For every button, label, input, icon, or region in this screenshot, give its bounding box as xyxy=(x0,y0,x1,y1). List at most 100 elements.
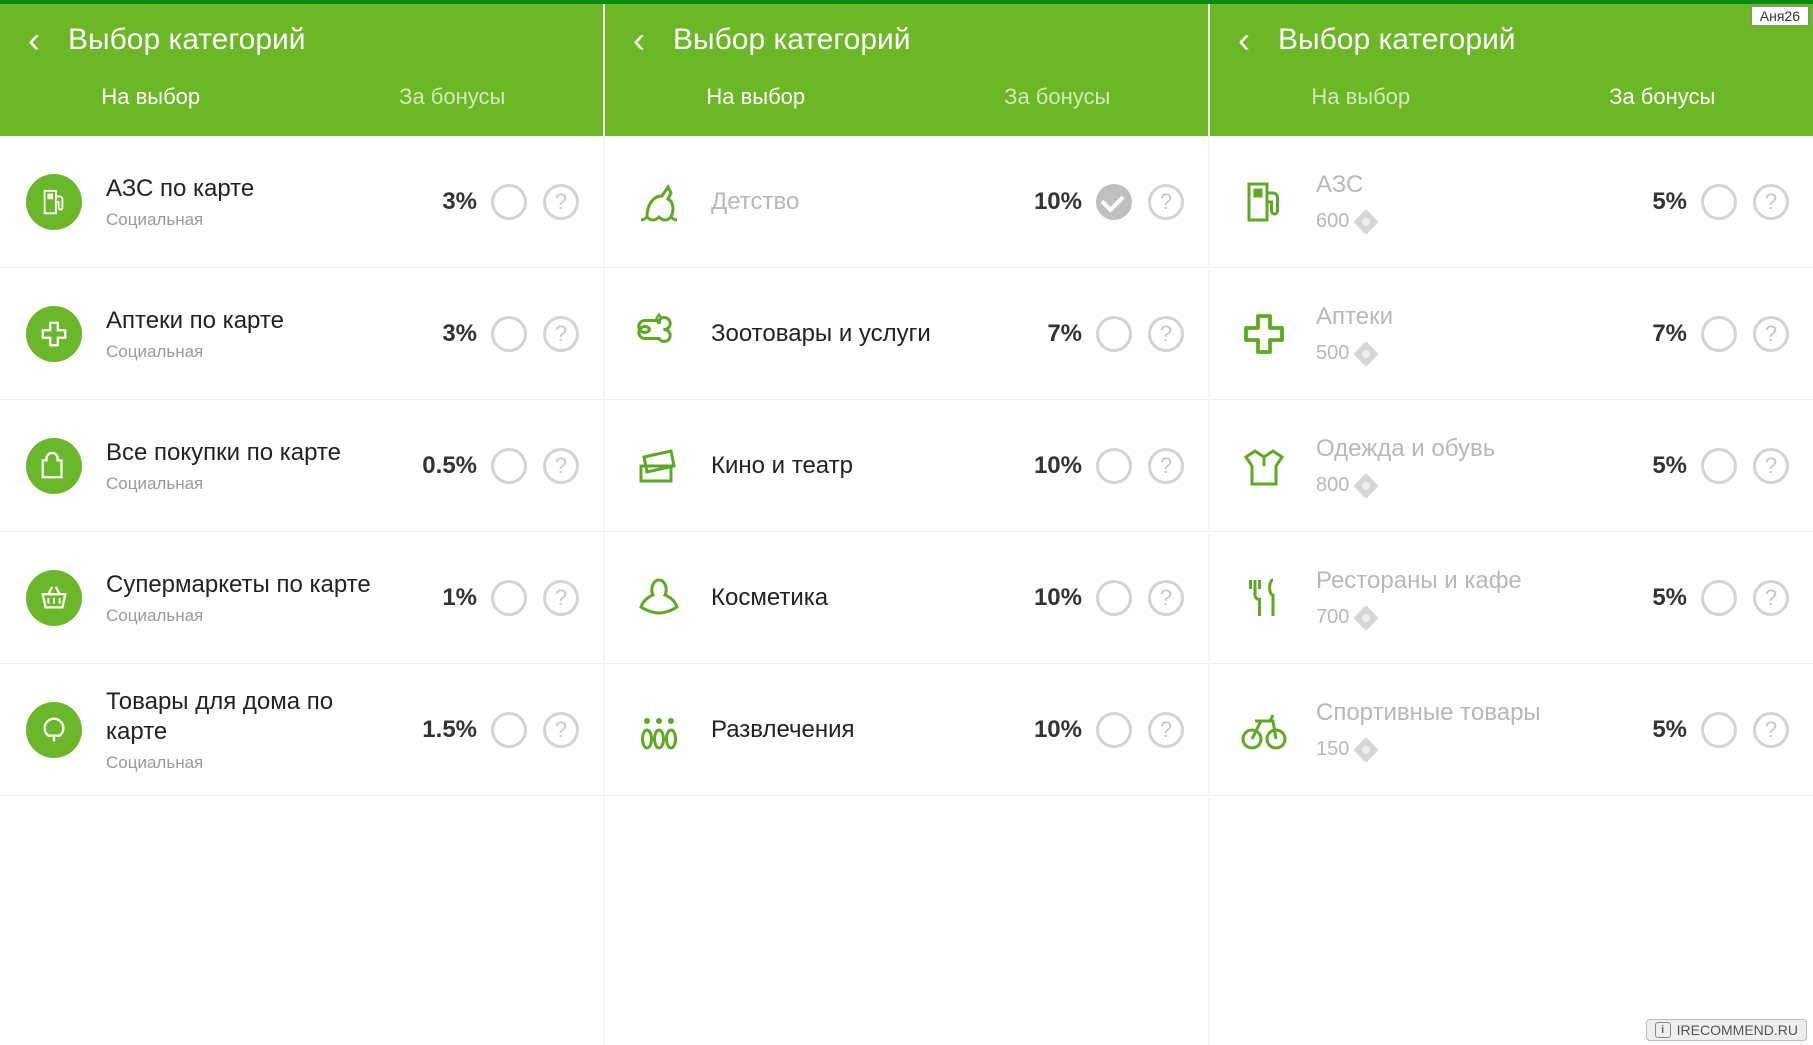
percent-value: 7% xyxy=(1615,320,1687,348)
category-row[interactable]: Развлечения10%? xyxy=(605,664,1208,796)
back-button[interactable]: ‹ xyxy=(633,22,645,58)
select-radio[interactable] xyxy=(1701,448,1737,484)
category-title: Зоотовары и услуги xyxy=(711,319,998,349)
tab-choice[interactable]: На выбор xyxy=(1210,84,1512,110)
help-button[interactable]: ? xyxy=(1753,448,1789,484)
percent-value: 1.5% xyxy=(405,716,477,744)
help-button[interactable]: ? xyxy=(1753,580,1789,616)
select-radio[interactable] xyxy=(491,580,527,616)
category-text: АЗС по картеСоциальная xyxy=(106,174,405,230)
select-radio[interactable] xyxy=(1096,316,1132,352)
bag-icon xyxy=(24,436,84,496)
category-title: Косметика xyxy=(711,583,998,613)
percent-value: 5% xyxy=(1615,452,1687,480)
select-radio[interactable] xyxy=(491,712,527,748)
percent-value: 3% xyxy=(405,320,477,348)
select-radio[interactable] xyxy=(491,184,527,220)
category-text: Развлечения xyxy=(711,715,1010,745)
category-text: АЗС600 xyxy=(1316,170,1615,233)
category-row[interactable]: Одежда и обувь8005%? xyxy=(1210,400,1813,532)
percent-value: 3% xyxy=(405,188,477,216)
help-button[interactable]: ? xyxy=(1753,712,1789,748)
category-subtitle: Социальная xyxy=(106,606,393,626)
page-title: Выбор категорий xyxy=(673,23,911,57)
select-radio[interactable] xyxy=(1701,316,1737,352)
select-radio[interactable] xyxy=(1096,712,1132,748)
panel-3: ‹ Выбор категорий На выбор За бонусы АЗС… xyxy=(1208,4,1813,1045)
help-button[interactable]: ? xyxy=(1148,712,1184,748)
header: ‹ Выбор категорий На выбор За бонусы xyxy=(605,4,1208,136)
category-row[interactable]: Спортивные товары1505%? xyxy=(1210,664,1813,796)
bonus-diamond-icon xyxy=(1354,341,1379,366)
help-button[interactable]: ? xyxy=(1753,184,1789,220)
help-button[interactable]: ? xyxy=(1148,316,1184,352)
category-row[interactable]: АЗС по картеСоциальная3%? xyxy=(0,136,603,268)
category-row[interactable]: АЗС6005%? xyxy=(1210,136,1813,268)
tab-choice[interactable]: На выбор xyxy=(605,84,907,110)
cost-value: 700 xyxy=(1316,606,1349,629)
category-title: Детство xyxy=(711,187,998,217)
category-cost: 800 xyxy=(1316,474,1603,497)
category-list: АЗС6005%?Аптеки5007%?Одежда и обувь8005%… xyxy=(1210,136,1813,1045)
category-text: Товары для дома по картеСоциальная xyxy=(106,687,405,773)
category-cost: 600 xyxy=(1316,210,1603,233)
tab-bonus[interactable]: За бонусы xyxy=(1512,84,1813,110)
select-radio[interactable] xyxy=(1701,712,1737,748)
back-button[interactable]: ‹ xyxy=(28,22,40,58)
category-title: Спортивные товары xyxy=(1316,698,1603,728)
back-button[interactable]: ‹ xyxy=(1238,22,1250,58)
help-button[interactable]: ? xyxy=(543,316,579,352)
tab-choice[interactable]: На выбор xyxy=(0,84,302,110)
category-row[interactable]: Кино и театр10%? xyxy=(605,400,1208,532)
help-button[interactable]: ? xyxy=(1148,184,1184,220)
shirt-icon xyxy=(1234,436,1294,496)
percent-value: 5% xyxy=(1615,584,1687,612)
category-row[interactable]: Рестораны и кафе7005%? xyxy=(1210,532,1813,664)
help-button[interactable]: ? xyxy=(543,580,579,616)
tab-bonus[interactable]: За бонусы xyxy=(907,84,1209,110)
help-button[interactable]: ? xyxy=(543,712,579,748)
select-radio[interactable] xyxy=(1096,184,1132,220)
help-button[interactable]: ? xyxy=(543,184,579,220)
page-title: Выбор категорий xyxy=(68,23,306,57)
cutlery-icon xyxy=(1234,568,1294,628)
category-text: Все покупки по картеСоциальная xyxy=(106,438,405,494)
select-radio[interactable] xyxy=(1096,580,1132,616)
page-title: Выбор категорий xyxy=(1278,23,1516,57)
bonus-diamond-icon xyxy=(1354,737,1379,762)
cost-value: 150 xyxy=(1316,738,1349,761)
lotus-icon xyxy=(629,568,689,628)
category-row[interactable]: Аптеки5007%? xyxy=(1210,268,1813,400)
select-radio[interactable] xyxy=(1096,448,1132,484)
percent-value: 1% xyxy=(405,584,477,612)
tab-bonus[interactable]: За бонусы xyxy=(302,84,604,110)
category-title: Супермаркеты по карте xyxy=(106,570,393,600)
select-radio[interactable] xyxy=(1701,184,1737,220)
category-row[interactable]: Зоотовары и услуги7%? xyxy=(605,268,1208,400)
select-radio[interactable] xyxy=(491,448,527,484)
select-radio[interactable] xyxy=(491,316,527,352)
category-text: Супермаркеты по карте Социальная xyxy=(106,570,405,626)
category-text: Спортивные товары 150 xyxy=(1316,698,1615,761)
category-row[interactable]: Все покупки по картеСоциальная0.5%? xyxy=(0,400,603,532)
help-button[interactable]: ? xyxy=(1148,580,1184,616)
category-text: Рестораны и кафе700 xyxy=(1316,566,1615,629)
select-radio[interactable] xyxy=(1701,580,1737,616)
category-title: Аптеки по карте xyxy=(106,306,393,336)
help-button[interactable]: ? xyxy=(1148,448,1184,484)
category-text: Одежда и обувь800 xyxy=(1316,434,1615,497)
category-title: Товары для дома по карте xyxy=(106,687,393,747)
category-subtitle: Социальная xyxy=(106,342,393,362)
percent-value: 10% xyxy=(1010,584,1082,612)
category-row[interactable]: Товары для дома по картеСоциальная1.5%? xyxy=(0,664,603,796)
help-button[interactable]: ? xyxy=(543,448,579,484)
category-cost: 700 xyxy=(1316,606,1603,629)
bike-icon xyxy=(1234,700,1294,760)
bowling-icon xyxy=(629,700,689,760)
help-button[interactable]: ? xyxy=(1753,316,1789,352)
category-row[interactable]: Детство10%? xyxy=(605,136,1208,268)
tickets-icon xyxy=(629,436,689,496)
category-row[interactable]: Аптеки по карте Социальная 3%? xyxy=(0,268,603,400)
category-row[interactable]: Супермаркеты по карте Социальная 1%? xyxy=(0,532,603,664)
category-row[interactable]: Косметика 10%? xyxy=(605,532,1208,664)
